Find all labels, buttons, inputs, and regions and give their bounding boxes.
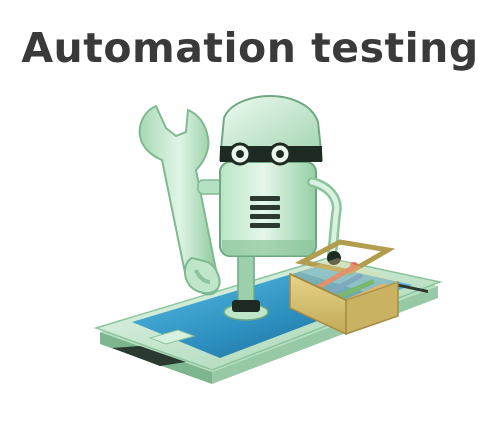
smartphone xyxy=(93,257,443,384)
robot-eye xyxy=(228,142,252,166)
robot-eye xyxy=(268,142,292,166)
robot-phone-illustration xyxy=(93,94,443,384)
page-title: Automation testing xyxy=(21,24,479,72)
wrench-icon xyxy=(138,104,221,296)
